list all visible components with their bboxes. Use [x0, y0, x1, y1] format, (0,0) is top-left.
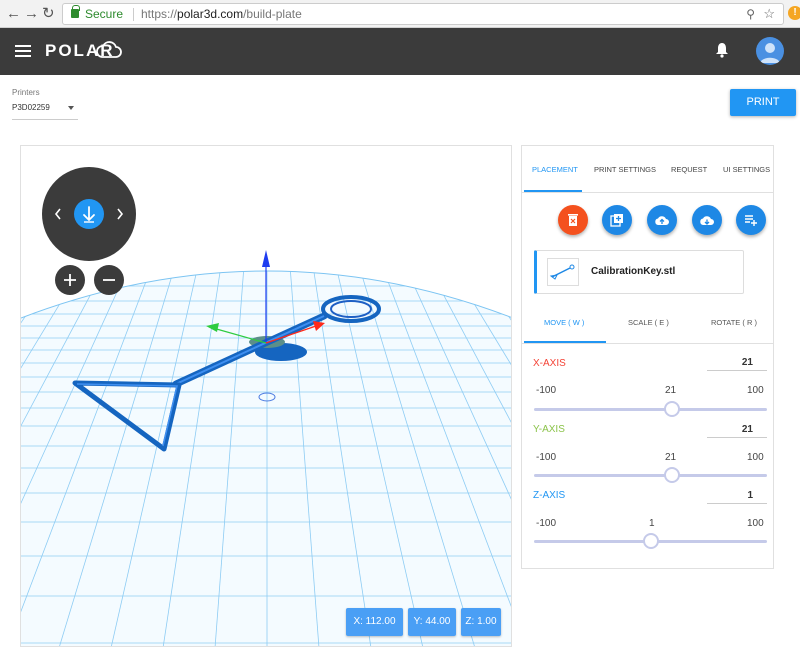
z-axis-value-input[interactable]: 1: [707, 488, 767, 504]
x-coordinate-badge: X: 112.00: [346, 608, 403, 636]
printer-selected-value: P3D02259: [12, 103, 50, 112]
delete-button[interactable]: [558, 205, 588, 235]
y-axis-value-input[interactable]: 21: [707, 422, 767, 438]
z-coordinate-badge: Z: 1.00: [461, 608, 501, 636]
x-axis-max: 100: [747, 385, 764, 396]
upload-button[interactable]: [647, 205, 677, 235]
notification-bell-icon[interactable]: [715, 42, 729, 58]
forward-arrow-icon[interactable]: →: [24, 5, 39, 23]
zoom-in-button[interactable]: [55, 265, 85, 295]
cloud-logo-icon: [96, 41, 122, 58]
url-text: https://polar3d.com/build-plate: [141, 7, 302, 21]
x-axis-min: -100: [536, 385, 557, 396]
subtab-rotate[interactable]: ROTATE ( R ): [711, 318, 757, 327]
playlist-add-icon: [745, 215, 757, 226]
x-axis-current: 21: [665, 385, 677, 396]
download-button[interactable]: [692, 205, 722, 235]
duplicate-icon: [610, 214, 623, 227]
file-name: CalibrationKey.stl: [591, 266, 676, 277]
y-axis-max: 100: [747, 452, 764, 463]
build-plate-viewport[interactable]: X: 112.00 Y: 44.00 Z: 1.00: [20, 145, 512, 647]
app-header: POLAR: [0, 28, 800, 75]
address-bar[interactable]: Secure https://polar3d.com/build-plate ⚲…: [62, 3, 784, 25]
avatar[interactable]: [756, 37, 784, 65]
file-card[interactable]: CalibrationKey.stl: [534, 250, 744, 294]
add-to-queue-button[interactable]: [736, 205, 766, 235]
build-plate-scene[interactable]: [21, 146, 512, 647]
menu-icon[interactable]: [15, 45, 31, 57]
x-axis-slider-thumb[interactable]: [664, 401, 680, 417]
camera-nav-control[interactable]: [42, 167, 136, 261]
z-axis-slider-thumb[interactable]: [643, 533, 659, 549]
tab-print-settings[interactable]: PRINT SETTINGS: [594, 165, 656, 174]
zoom-icon[interactable]: ⚲: [746, 4, 755, 24]
cloud-download-icon: [700, 216, 714, 225]
placement-panel: PLACEMENT PRINT SETTINGS REQUEST UI SETT…: [521, 145, 774, 569]
file-thumbnail: [547, 258, 579, 286]
divider: [522, 192, 773, 193]
printer-select[interactable]: P3D02259: [12, 103, 78, 120]
subtab-move[interactable]: MOVE ( W ): [544, 318, 584, 327]
y-axis-current: 21: [665, 452, 677, 463]
printers-label: Printers: [12, 88, 40, 97]
z-axis-min: -100: [536, 518, 557, 529]
subtab-scale[interactable]: SCALE ( E ): [628, 318, 669, 327]
tab-request[interactable]: REQUEST: [671, 165, 707, 174]
lock-icon: [71, 5, 80, 18]
x-axis-label: X-AXIS: [533, 358, 566, 369]
z-axis-current: 1: [649, 518, 655, 529]
delete-icon: [568, 214, 578, 226]
print-button[interactable]: PRINT: [730, 89, 796, 116]
back-arrow-icon[interactable]: ←: [6, 5, 21, 23]
tab-placement[interactable]: PLACEMENT: [532, 165, 578, 174]
divider: [522, 343, 773, 344]
y-coordinate-badge: Y: 44.00: [408, 608, 456, 636]
x-axis-value-input[interactable]: 21: [707, 355, 767, 371]
z-axis-max: 100: [747, 518, 764, 529]
extension-alert-icon[interactable]: !: [788, 6, 800, 20]
zoom-out-button[interactable]: [94, 265, 124, 295]
bookmark-star-icon[interactable]: ☆: [763, 4, 775, 24]
y-axis-slider[interactable]: [534, 474, 767, 477]
duplicate-button[interactable]: [602, 205, 632, 235]
user-icon: [760, 43, 780, 63]
dropdown-caret-icon: [68, 106, 74, 110]
y-axis-slider-thumb[interactable]: [664, 467, 680, 483]
browser-toolbar: ← → ↻ Secure https://polar3d.com/build-p…: [0, 0, 800, 28]
y-axis-label: Y-AXIS: [533, 424, 565, 435]
cloud-upload-icon: [655, 216, 669, 225]
divider: [133, 8, 134, 21]
z-axis-label: Z-AXIS: [533, 490, 566, 501]
x-axis-slider[interactable]: [534, 408, 767, 411]
secure-label: Secure: [85, 7, 124, 21]
y-axis-min: -100: [536, 452, 557, 463]
tab-ui-settings[interactable]: UI SETTINGS: [723, 165, 770, 174]
reload-icon[interactable]: ↻: [42, 5, 55, 23]
